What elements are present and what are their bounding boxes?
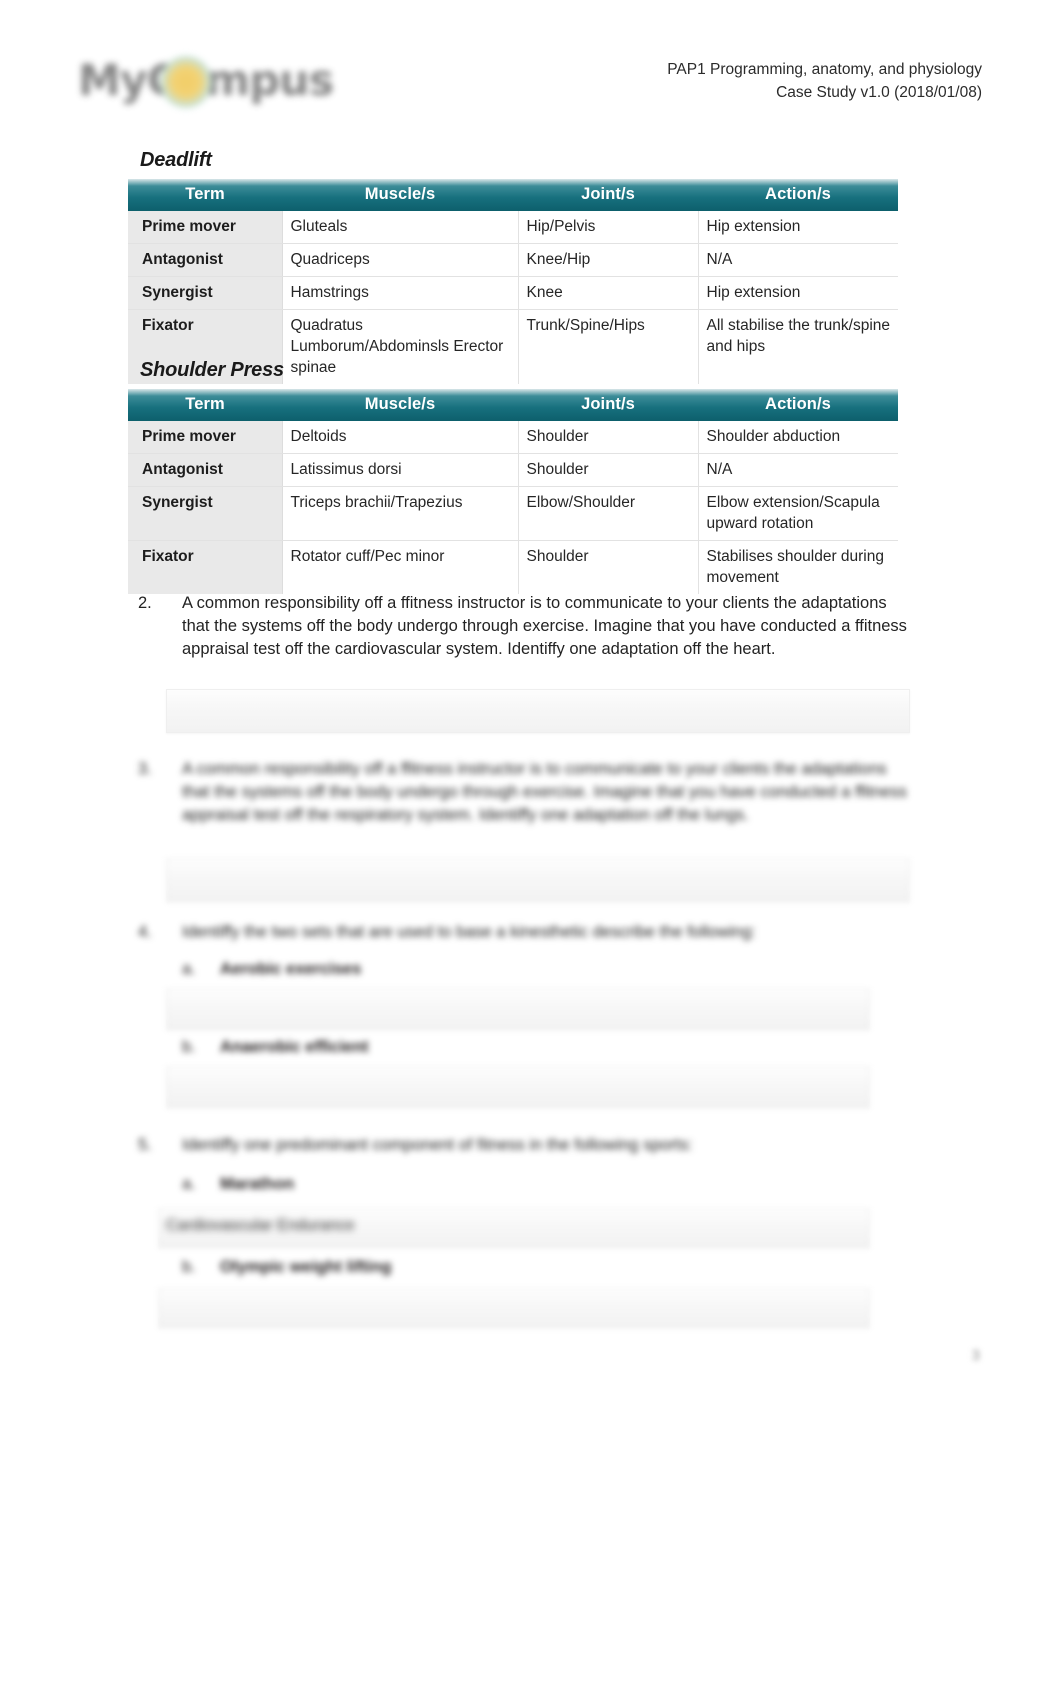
section-title-shoulder-press: Shoulder Press [140,359,284,381]
cell-muscle: Quadriceps [282,243,519,277]
cell-muscle: Hamstrings [282,276,519,310]
column-header-term: Term [128,389,282,421]
cell-joint: Trunk/Spine/Hips [518,309,699,384]
sun-icon [160,56,212,108]
section-title-deadlift: Deadlift [140,149,212,171]
cell-term: Synergist [128,486,283,541]
question-5-subitem-b: b. Olympic weight lifting [182,1256,912,1279]
cell-term: Antagonist [128,453,283,487]
column-header-term: Term [128,179,282,211]
question-2: 2. A common responsibility off a ffitnes… [138,592,912,661]
table-row: Prime mover Gluteals Hip/Pelvis Hip exte… [128,211,898,244]
cell-joint: Shoulder [518,540,699,594]
question-2-text: A common responsibility off a ffitness i… [182,594,907,658]
cell-joint: Hip/Pelvis [518,211,699,244]
question-5-text: Identiffy one predominant component of f… [182,1136,693,1154]
column-header-action: Action/s [698,389,898,421]
table-row: Fixator Rotator cuff/Pec minor Shoulder … [128,540,898,594]
cell-action: N/A [698,453,898,487]
table-row: Prime mover Deltoids Shoulder Shoulder a… [128,421,898,454]
cell-muscle: Quadratus Lumborum/Abdominsls Erector sp… [282,309,519,384]
cell-muscle: Latissimus dorsi [282,453,519,487]
cell-muscle: Deltoids [282,421,519,454]
cell-muscle: Rotator cuff/Pec minor [282,540,519,594]
cell-action: Hip extension [698,211,898,244]
column-header-muscle: Muscle/s [282,389,518,421]
header-document-version: Case Study v1.0 (2018/01/08) [776,84,982,101]
cell-action: Elbow extension/Scapula upward rotation [698,486,898,541]
question-3-number: 3. [138,760,152,778]
deadlift-table: Term Muscle/s Joint/s Action/s Prime mov… [128,179,898,384]
question-4-number: 4. [138,923,152,941]
table-row: Synergist Hamstrings Knee Hip extension [128,276,898,310]
page-number: 3 [971,1347,980,1364]
question-5-number: 5. [138,1136,152,1154]
column-header-action: Action/s [698,179,898,211]
question-4-text: Identiffy the two sets that are used to … [182,923,756,941]
subitem-label: Marathon [220,1175,295,1193]
cell-joint: Shoulder [518,421,699,454]
header-course-title: PAP1 Programming, anatomy, and physiolog… [667,61,982,78]
subitem-letter: b. [182,1038,196,1056]
shoulder-press-table: Term Muscle/s Joint/s Action/s Prime mov… [128,389,898,594]
column-header-joint: Joint/s [518,389,698,421]
table-header-row: Term Muscle/s Joint/s Action/s [128,389,898,421]
question-5: 5. Identiffy one predominant component o… [138,1134,912,1196]
answer-box-question-2[interactable] [166,689,910,733]
question-4-subitem-b-wrap: b. Anaerobic efficient [138,1036,912,1059]
question-3: 3. A common responsibility off a ffitnes… [138,758,912,827]
cell-action: Shoulder abduction [698,421,898,454]
answer-box-question-4b[interactable] [166,1066,870,1108]
cell-joint: Shoulder [518,453,699,487]
cell-action: N/A [698,243,898,277]
subitem-letter: b. [182,1258,196,1276]
cell-joint: Knee/Hip [518,243,699,277]
subitem-letter: a. [182,1175,196,1193]
document-header: MyCampus PAP1 Programming, anatomy, and … [78,48,982,120]
table-row: Antagonist Quadriceps Knee/Hip N/A [128,243,898,277]
question-5-subitem-b-wrap: b. Olympic weight lifting [138,1256,912,1279]
column-header-muscle: Muscle/s [282,179,518,211]
cell-joint: Elbow/Shoulder [518,486,699,541]
column-header-joint: Joint/s [518,179,698,211]
table-row: Synergist Triceps brachii/Trapezius Elbo… [128,486,898,541]
subitem-label: Anaerobic efficient [220,1038,369,1056]
answer-box-question-3[interactable] [166,858,910,902]
question-4-subitem-b: b. Anaerobic efficient [182,1036,912,1059]
cell-term: Fixator [128,540,283,594]
question-5-subitem-a: a. Marathon [182,1173,912,1196]
cell-term: Prime mover [128,211,283,244]
question-4-subitem-a: a. Aerobic exercises [182,958,912,981]
cell-term: Antagonist [128,243,283,277]
cell-action: Stabilises shoulder during movement [706,548,885,586]
mycampus-logo: MyCampus [78,50,348,112]
answer-box-question-5b[interactable] [158,1288,870,1328]
question-4: 4. Identiffy the two sets that are used … [138,921,912,981]
subitem-letter: a. [182,960,196,978]
subitem-label: Aerobic exercises [220,960,362,978]
header-course-info: PAP1 Programming, anatomy, and physiolog… [667,58,982,104]
cell-term: Synergist [128,276,283,310]
document-page: MyCampus PAP1 Programming, anatomy, and … [0,0,1062,1686]
answer-box-question-4a[interactable] [166,988,870,1030]
answer-text-question-5a: Cardiovascular Endurance [166,1217,355,1234]
table-header-row: Term Muscle/s Joint/s Action/s [128,179,898,211]
question-3-text: A common responsibility off a ffitness i… [182,760,907,824]
cell-joint: Knee [518,276,699,310]
cell-muscle: Triceps brachii/Trapezius [282,486,519,541]
question-2-number: 2. [138,594,152,612]
subitem-label: Olympic weight lifting [220,1258,392,1276]
cell-term: Prime mover [128,421,283,454]
table-row: Antagonist Latissimus dorsi Shoulder N/A [128,453,898,487]
cell-muscle: Gluteals [282,211,519,244]
cell-action: All stabilise the trunk/spine and hips [706,317,891,355]
cell-action: Hip extension [698,276,898,310]
